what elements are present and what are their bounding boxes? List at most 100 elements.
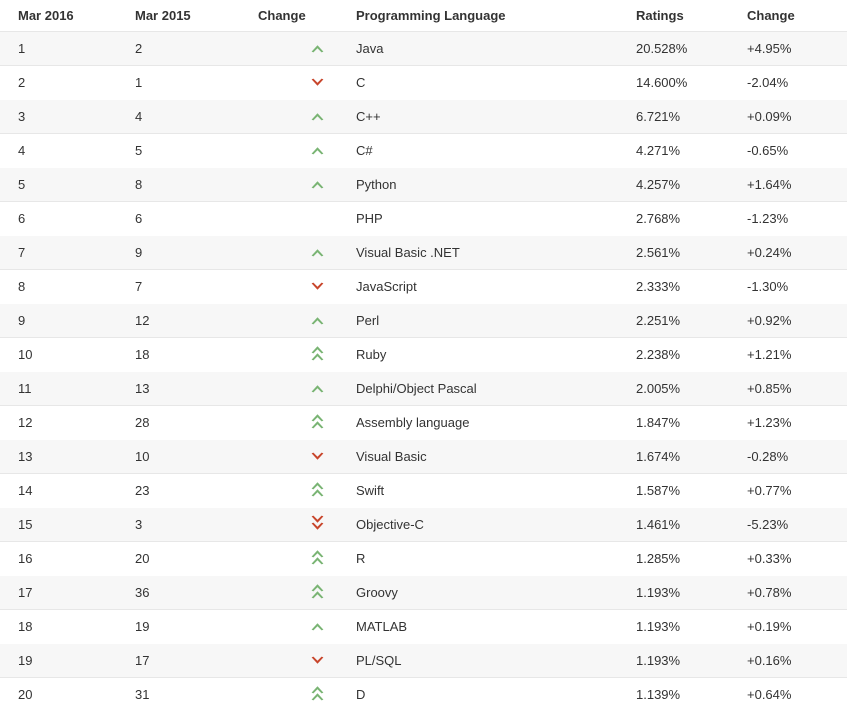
cell-language: Swift [338, 473, 618, 508]
cell-language: Assembly language [338, 405, 618, 440]
table-row: 16 20 R 1.285% +0.33% [0, 541, 847, 576]
cell-rank-old: 18 [117, 337, 240, 372]
column-header-ratings: Ratings [618, 0, 729, 32]
cell-delta: +0.19% [729, 609, 847, 644]
cell-rank-old: 9 [117, 235, 240, 270]
change-cell [240, 269, 338, 304]
cell-delta: +1.21% [729, 337, 847, 372]
change-cell [240, 575, 338, 610]
cell-rank-new: 13 [0, 439, 117, 474]
cell-delta: +0.92% [729, 303, 847, 338]
cell-language: MATLAB [338, 609, 618, 644]
table-row: 8 7 JavaScript 2.333% -1.30% [0, 269, 847, 304]
cell-language: PHP [338, 201, 618, 236]
cell-rank-new: 3 [0, 99, 117, 134]
cell-delta: -0.65% [729, 133, 847, 168]
table-row: 11 13 Delphi/Object Pascal 2.005% +0.85% [0, 371, 847, 406]
chevron-double-up-icon [310, 413, 325, 429]
chevron-down-icon [310, 452, 325, 461]
column-header-rank-old: Mar 2015 [117, 0, 240, 32]
cell-rank-old: 28 [117, 405, 240, 440]
cell-delta: -1.30% [729, 269, 847, 304]
cell-language: C# [338, 133, 618, 168]
chevron-up-icon [310, 180, 325, 189]
cell-rank-new: 18 [0, 609, 117, 644]
cell-rank-old: 7 [117, 269, 240, 304]
cell-delta: -1.23% [729, 201, 847, 236]
change-cell [240, 303, 338, 338]
cell-delta: +0.09% [729, 99, 847, 134]
cell-delta: -2.04% [729, 65, 847, 100]
chevron-up-icon [310, 248, 325, 257]
cell-delta: +0.78% [729, 575, 847, 610]
cell-rank-old: 17 [117, 643, 240, 678]
change-cell [240, 473, 338, 508]
table-row: 15 3 Objective-C 1.461% -5.23% [0, 507, 847, 542]
cell-rank-old: 12 [117, 303, 240, 338]
cell-rank-old: 6 [117, 201, 240, 236]
table-row: 4 5 C# 4.271% -0.65% [0, 133, 847, 168]
cell-rank-new: 17 [0, 575, 117, 610]
cell-delta: +1.23% [729, 405, 847, 440]
cell-language: Python [338, 167, 618, 202]
cell-delta: +0.24% [729, 235, 847, 270]
cell-rank-old: 20 [117, 541, 240, 576]
page-right-margin [847, 0, 864, 695]
cell-rank-old: 5 [117, 133, 240, 168]
chevron-up-icon [310, 112, 325, 121]
table-row: 7 9 Visual Basic .NET 2.561% +0.24% [0, 235, 847, 270]
change-cell [240, 99, 338, 134]
cell-ratings: 14.600% [618, 65, 729, 100]
change-cell [240, 31, 338, 66]
cell-language: C++ [338, 99, 618, 134]
change-cell [240, 609, 338, 644]
table-row: 2 1 C 14.600% -2.04% [0, 65, 847, 100]
cell-delta: +0.85% [729, 371, 847, 406]
change-cell [240, 439, 338, 474]
chevron-up-icon [310, 146, 325, 155]
cell-delta: +0.16% [729, 643, 847, 678]
chevron-double-down-icon [310, 515, 325, 531]
chevron-down-icon [310, 656, 325, 665]
cell-language: PL/SQL [338, 643, 618, 678]
change-cell [240, 167, 338, 202]
cell-ratings: 2.561% [618, 235, 729, 270]
cell-ratings: 20.528% [618, 31, 729, 66]
cell-delta: +1.64% [729, 167, 847, 202]
chevron-double-up-icon [310, 685, 325, 701]
chevron-up-icon [310, 44, 325, 53]
cell-language: Java [338, 31, 618, 66]
change-cell [240, 371, 338, 406]
cell-rank-old: 36 [117, 575, 240, 610]
cell-rank-new: 7 [0, 235, 117, 270]
cell-ratings: 4.271% [618, 133, 729, 168]
cell-ratings: 1.461% [618, 507, 729, 542]
table-header: Mar 2016 Mar 2015 Change Programming Lan… [0, 0, 847, 32]
cell-ratings: 2.238% [618, 337, 729, 372]
cell-rank-new: 12 [0, 405, 117, 440]
cell-language: Visual Basic [338, 439, 618, 474]
column-header-delta: Change [729, 0, 847, 32]
cell-ratings: 4.257% [618, 167, 729, 202]
cell-rank-new: 11 [0, 371, 117, 406]
change-cell [240, 337, 338, 372]
change-cell [240, 541, 338, 576]
table-row: 14 23 Swift 1.587% +0.77% [0, 473, 847, 508]
table-row: 19 17 PL/SQL 1.193% +0.16% [0, 643, 847, 678]
change-cell [240, 65, 338, 100]
cell-language: Perl [338, 303, 618, 338]
cell-rank-old: 8 [117, 167, 240, 202]
table-row: 6 6 PHP 2.768% -1.23% [0, 201, 847, 236]
cell-delta: -0.28% [729, 439, 847, 474]
cell-rank-new: 8 [0, 269, 117, 304]
cell-rank-new: 10 [0, 337, 117, 372]
cell-rank-new: 19 [0, 643, 117, 678]
table-row: 13 10 Visual Basic 1.674% -0.28% [0, 439, 847, 474]
table-row: 12 28 Assembly language 1.847% +1.23% [0, 405, 847, 440]
table-body: 1 2 Java 20.528% +4.95% 2 1 C 14.600% -2.04% 3 4 C++… [0, 31, 847, 712]
cell-language: Delphi/Object Pascal [338, 371, 618, 406]
cell-language: Ruby [338, 337, 618, 372]
cell-rank-old: 2 [117, 31, 240, 66]
column-header-language: Programming Language [338, 0, 618, 32]
cell-language: Objective-C [338, 507, 618, 542]
